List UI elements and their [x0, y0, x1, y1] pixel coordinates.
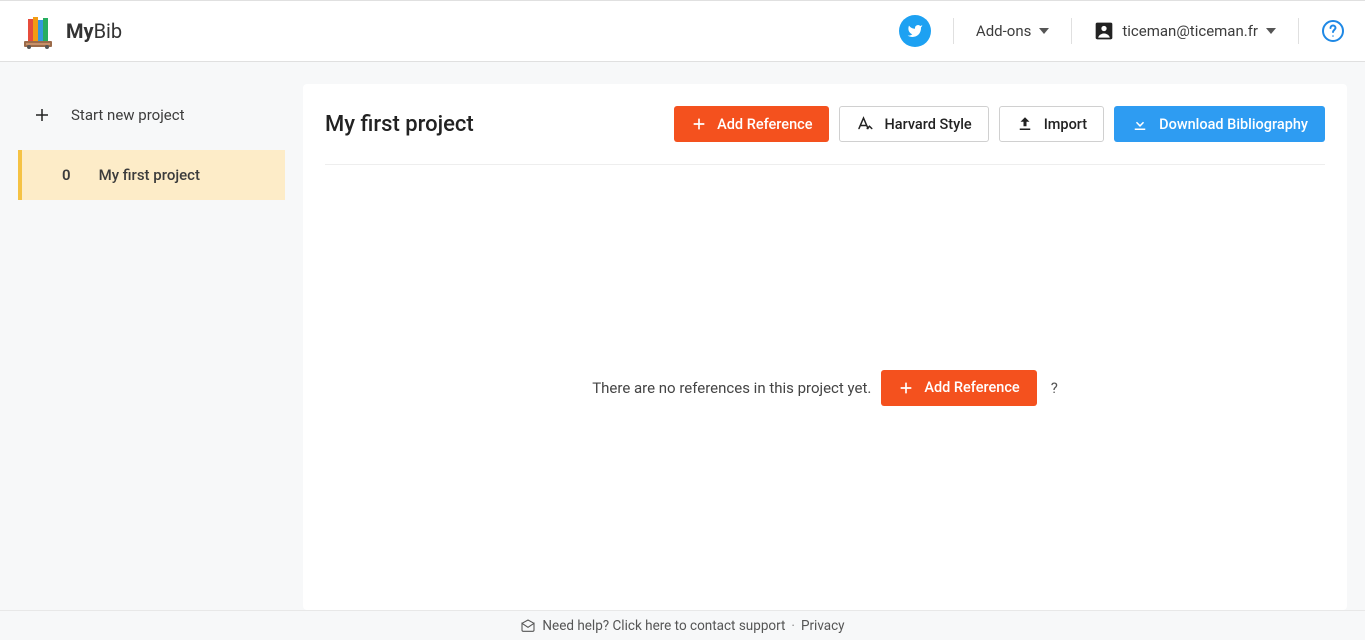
privacy-link[interactable]: Privacy — [801, 618, 845, 634]
support-link[interactable]: Need help? Click here to contact support — [542, 618, 785, 634]
user-email: ticeman@ticeman.fr — [1122, 22, 1258, 40]
addons-label: Add-ons — [976, 22, 1031, 40]
sidebar: Start new project 0 My first project — [0, 62, 303, 610]
empty-message: There are no references in this project … — [592, 379, 871, 397]
upload-icon — [1016, 115, 1034, 133]
separator: · — [791, 618, 795, 634]
account-icon — [1094, 21, 1114, 41]
divider — [953, 18, 954, 44]
sidebar-project-item[interactable]: 0 My first project — [18, 150, 285, 200]
project-title: My first project — [325, 112, 474, 137]
download-bibliography-button[interactable]: Download Bibliography — [1114, 106, 1325, 142]
start-new-project-button[interactable]: Start new project — [0, 92, 303, 138]
download-label: Download Bibliography — [1159, 116, 1308, 133]
plus-icon — [33, 106, 51, 124]
chevron-down-icon — [1266, 28, 1276, 34]
add-reference-label: Add Reference — [717, 116, 812, 133]
import-label: Import — [1044, 116, 1087, 133]
brand-name: MyBib — [66, 19, 122, 43]
plus-icon — [898, 380, 914, 396]
new-project-label: Start new project — [71, 106, 185, 124]
download-icon — [1131, 115, 1149, 133]
mail-icon — [520, 618, 536, 634]
citation-style-button[interactable]: Harvard Style — [839, 106, 988, 142]
project-name: My first project — [99, 166, 200, 184]
import-button[interactable]: Import — [999, 106, 1104, 142]
twitter-icon — [907, 23, 923, 39]
add-reference-label: Add Reference — [924, 379, 1019, 396]
addons-dropdown[interactable]: Add-ons — [976, 22, 1049, 40]
divider — [1071, 18, 1072, 44]
help-question-mark[interactable]: ? — [1051, 379, 1058, 397]
style-label: Harvard Style — [884, 116, 971, 133]
add-reference-empty-button[interactable]: Add Reference — [881, 370, 1036, 406]
empty-state: There are no references in this project … — [325, 165, 1325, 610]
divider — [1298, 18, 1299, 44]
help-button[interactable] — [1321, 19, 1345, 43]
project-panel: My first project Add Reference Harvard S… — [303, 84, 1347, 610]
add-reference-button[interactable]: Add Reference — [674, 106, 829, 142]
user-dropdown[interactable]: ticeman@ticeman.fr — [1094, 21, 1276, 41]
footer: Need help? Click here to contact support… — [0, 610, 1365, 640]
chevron-down-icon — [1039, 28, 1049, 34]
help-icon — [1321, 19, 1345, 43]
books-icon — [20, 13, 56, 49]
style-icon — [856, 115, 874, 133]
brand-logo[interactable]: MyBib — [20, 13, 122, 49]
plus-icon — [691, 116, 707, 132]
twitter-button[interactable] — [899, 15, 931, 47]
project-count: 0 — [62, 166, 71, 184]
